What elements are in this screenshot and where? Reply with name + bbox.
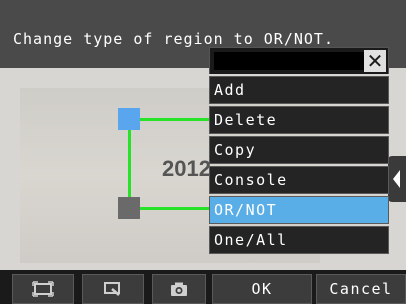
region-handle-top-left[interactable] bbox=[118, 108, 140, 130]
zoom-region-icon bbox=[104, 282, 120, 296]
expand-panel-arrow[interactable] bbox=[388, 156, 406, 202]
camera-icon bbox=[171, 282, 187, 296]
menu-item-console[interactable]: Console bbox=[209, 166, 389, 194]
fit-screen-icon bbox=[32, 281, 54, 297]
ok-button[interactable]: OK bbox=[212, 274, 312, 304]
menu-item-add[interactable]: Add bbox=[209, 76, 389, 104]
menu-item-copy[interactable]: Copy bbox=[209, 136, 389, 164]
region-edge-bottom bbox=[140, 207, 215, 210]
region-handle-bottom-left[interactable] bbox=[118, 197, 140, 219]
menu-header: ✕ bbox=[209, 47, 389, 74]
menu-title-field bbox=[214, 52, 364, 70]
cancel-button[interactable]: Cancel bbox=[316, 274, 406, 304]
zoom-region-button[interactable] bbox=[82, 274, 144, 304]
capture-button[interactable] bbox=[152, 274, 206, 304]
menu-item-or-not[interactable]: OR/NOT bbox=[209, 196, 389, 224]
menu-item-one-all[interactable]: One/All bbox=[209, 226, 389, 254]
close-icon[interactable]: ✕ bbox=[364, 50, 386, 72]
menu-item-delete[interactable]: Delete bbox=[209, 106, 389, 134]
instruction-message: Change type of region to OR/NOT. bbox=[13, 30, 334, 48]
context-menu: ✕ Add Delete Copy Console OR/NOT One/All bbox=[209, 47, 389, 254]
image-text: 2012 bbox=[162, 156, 211, 181]
region-edge-left bbox=[128, 129, 131, 204]
bottom-toolbar: OK Cancel bbox=[0, 270, 406, 304]
fit-screen-button[interactable] bbox=[12, 274, 74, 304]
region-edge-top bbox=[140, 118, 215, 121]
